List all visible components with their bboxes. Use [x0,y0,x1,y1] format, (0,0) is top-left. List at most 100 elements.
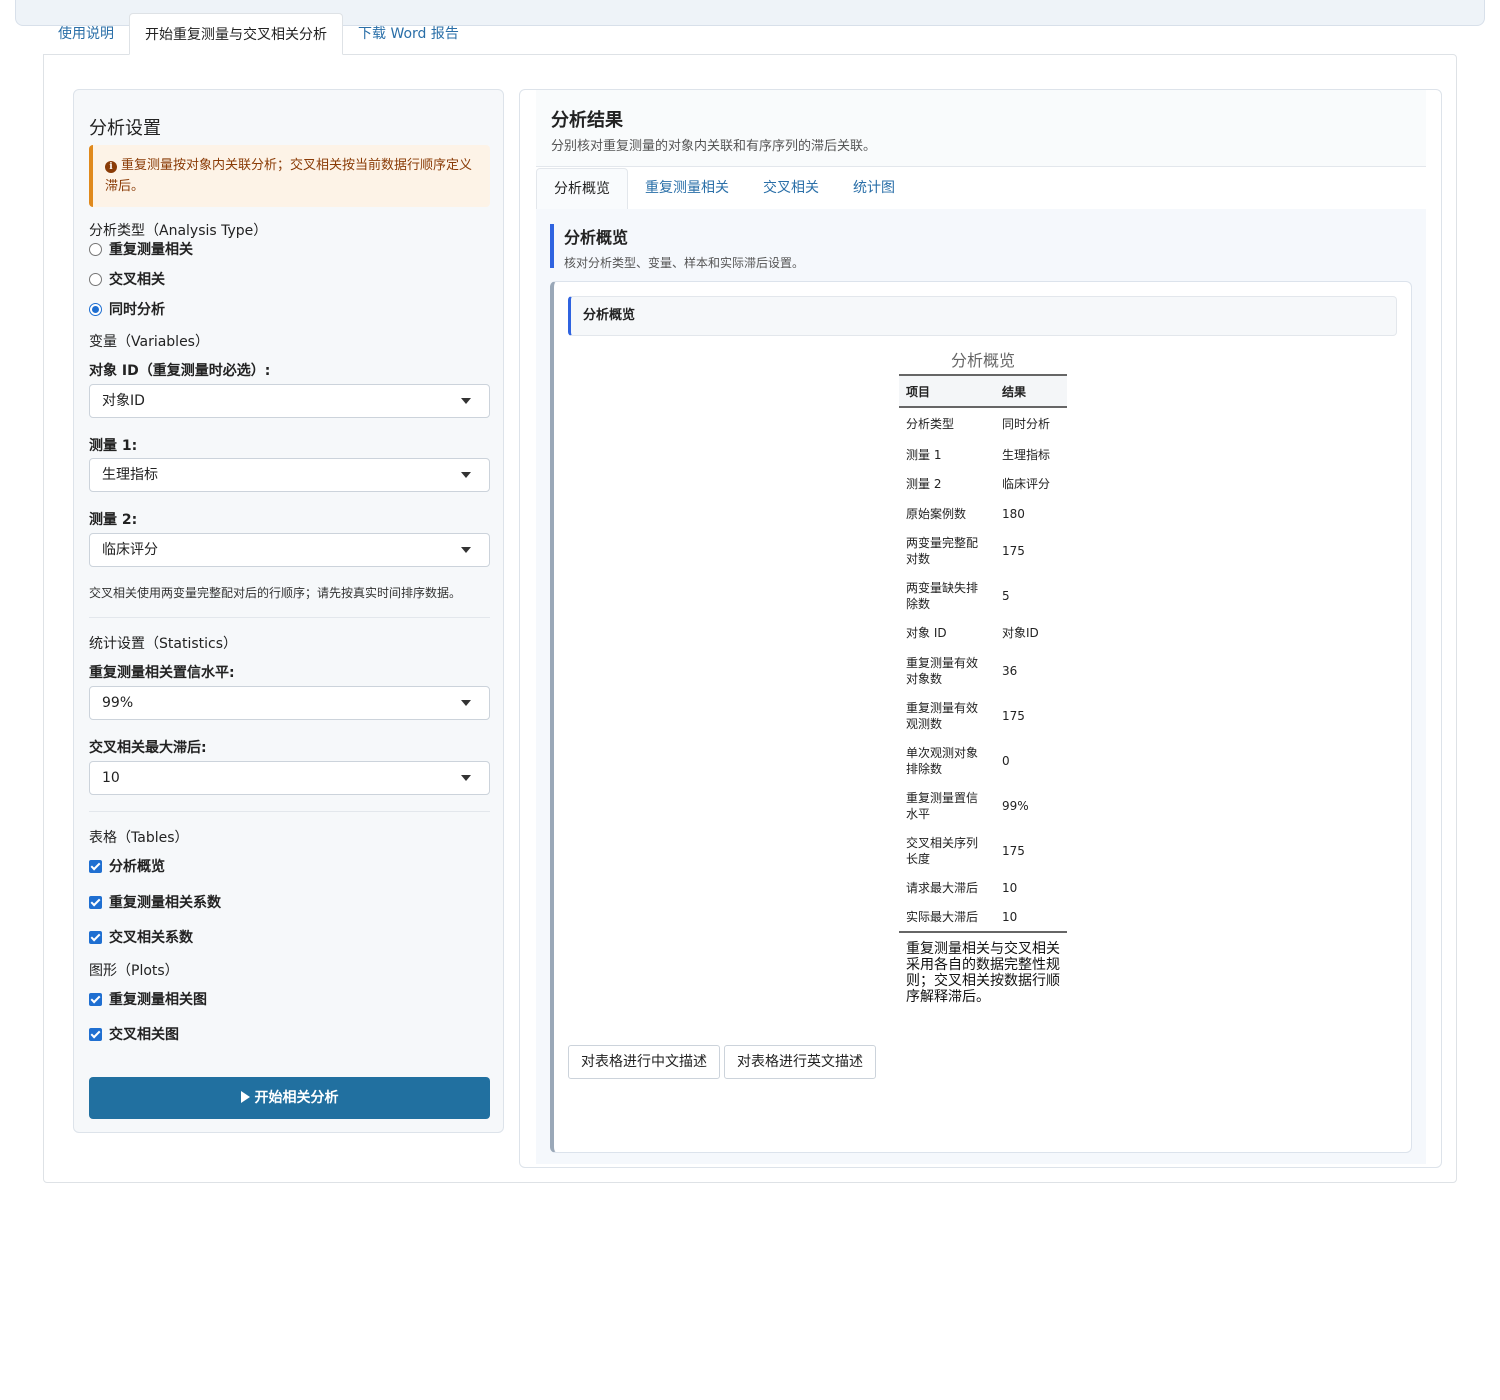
caret-down-icon [461,775,471,781]
describe-cn-button[interactable]: 对表格进行中文描述 [568,1045,720,1079]
table-cell-item: 重复测量有效对象数 [906,655,979,686]
describe-en-button[interactable]: 对表格进行英文描述 [724,1045,876,1079]
info-alert: i 重复测量按对象内关联分析；交叉相关按当前数据行顺序定义滞后。 [89,145,490,207]
caret-down-icon [461,700,471,706]
checkbox-checked[interactable] [89,992,102,1006]
table-cell-value: 0 [1002,753,1010,768]
measure1-select[interactable]: 生理指标 [89,458,490,492]
run-analysis-button[interactable]: 开始相关分析 [89,1077,490,1119]
table-row: 两变量完整配对数 175 [899,529,1067,574]
radio-repeated[interactable]: 重复测量相关 [89,239,193,259]
measure2-label: 测量 2: [89,512,138,528]
checkbox-checked[interactable] [89,895,102,909]
variables-hint: 交叉相关使用两变量完整配对后的行顺序；请先按真实时间排序数据。 [89,586,462,600]
checkbox-label: 重复测量相关图 [109,992,207,1008]
table-cell-item: 对象 ID [906,626,947,641]
checkbox-checked[interactable] [89,1027,102,1041]
table-body: 分析类型 同时分析测量 1 生理指标 测量 2 临床评分原始案例数 180 两变量完整配对数… [899,407,1067,933]
caret-down-icon [461,547,471,553]
select-value: 临床评分 [102,542,158,558]
settings-sidebar: 分析设置 i 重复测量按对象内关联分析；交叉相关按当前数据行顺序定义滞后。 分析类… [73,89,504,1133]
select-value: 99% [102,695,134,711]
table-cell-item: 重复测量置信水平 [906,790,979,821]
table-row: 请求最大滞后 10 [899,873,1067,903]
tab-analysis[interactable]: 开始重复测量与交叉相关分析 [129,13,343,55]
table-cell-item: 请求最大滞后 [906,880,979,895]
results-tabs: 分析概览 重复测量相关 交叉相关 统计图 [536,168,912,209]
table-row: 测量 2 临床评分 [899,470,1067,500]
tab-repeated[interactable]: 重复测量相关 [628,168,746,209]
confidence-select[interactable]: 99% [89,686,490,720]
tab-plots[interactable]: 统计图 [836,168,912,209]
table-row: 对象 ID 对象ID [899,619,1067,649]
table-cell-item: 原始案例数 [906,506,967,521]
table-cell-value: 10 [995,902,1067,933]
overview-subtitle: 核对分析类型、变量、样本和实际滞后设置。 [564,256,805,270]
tab-cross[interactable]: 交叉相关 [746,168,836,209]
table-row: 两变量缺失排除数 5 [899,574,1067,619]
results-body: 分析概览 核对分析类型、变量、样本和实际滞后设置。 分析概览 分析概览 项目 结… [536,209,1426,1164]
table-cell-value: 生理指标 [1002,447,1051,462]
checkbox-label: 重复测量相关系数 [109,895,221,911]
tab-overview[interactable]: 分析概览 [536,168,628,209]
table-cell-value: 175 [1002,708,1025,723]
checkbox-label: 分析概览 [109,859,165,875]
divider [89,811,490,812]
measure2-select[interactable]: 临床评分 [89,533,490,567]
radio-label: 重复测量相关 [109,242,193,258]
table-cell-value: 5 [1002,589,1010,603]
check-rm-coef[interactable]: 重复测量相关系数 [89,892,221,912]
overview-heading: 分析概览 核对分析类型、变量、样本和实际滞后设置。 [550,224,805,270]
table-cell-value: 180 [1002,506,1025,521]
check-rm-plot[interactable]: 重复测量相关图 [89,989,207,1009]
max-lag-select[interactable]: 10 [89,761,490,795]
radio-cross[interactable]: 交叉相关 [89,269,165,289]
tab-instructions[interactable]: 使用说明 [43,13,129,55]
info-icon: i [105,161,117,173]
table-cell-value: 10 [1002,880,1018,895]
tables-label: 表格（Tables） [89,830,189,846]
check-cc-coef[interactable]: 交叉相关系数 [89,927,193,947]
checkbox-checked[interactable] [89,930,102,944]
table-cell-value: 175 [1002,843,1025,858]
check-overview[interactable]: 分析概览 [89,856,165,876]
caret-down-icon [461,472,471,478]
header-result: 结果 [995,374,1067,408]
sidebar-title: 分析设置 [89,118,161,139]
results-header: 分析结果 分别核对重复测量的对象内关联和有序序列的滞后关联。 [536,90,1426,167]
table-cell-value: 99% [1002,798,1029,813]
table-cell-value: 临床评分 [1002,477,1051,492]
plots-label: 图形（Plots） [89,963,179,979]
play-icon [240,1091,250,1103]
checkbox-label: 交叉相关系数 [109,930,193,946]
radio-label: 同时分析 [109,302,165,318]
table-row: 测量 1 生理指标 [899,440,1067,470]
results-panel: 分析结果 分别核对重复测量的对象内关联和有序序列的滞后关联。 分析概览 重复测量… [519,89,1442,1168]
select-value: 对象ID [102,393,145,409]
results-title: 分析结果 [551,110,623,131]
radio-button[interactable] [89,272,102,286]
table-cell-item: 单次观测对象排除数 [906,745,979,776]
radio-button[interactable] [89,242,102,256]
table-row: 重复测量有效对象数 36 [899,648,1067,693]
table-cell-value: 同时分析 [1002,417,1051,431]
overview-table-wrap: 分析概览 项目 结果 分析类型 同时分析 测量 1 生理指标 测量 2 临床评分 原始案例数… [899,348,1067,1005]
table-header-row: 项目 结果 [899,374,1067,408]
run-button-label: 开始相关分析 [254,1090,339,1106]
overview-table: 项目 结果 分析类型 同时分析测量 1 生理指标 测量 2 临床评分原始案例数 180 两变… [899,374,1067,933]
max-lag-label: 交叉相关最大滞后: [89,740,207,756]
check-cc-plot[interactable]: 交叉相关图 [89,1024,179,1044]
radio-both[interactable]: 同时分析 [89,299,165,319]
table-cell-item: 分析类型 [906,417,955,431]
tab-download-report[interactable]: 下载 Word 报告 [343,13,474,55]
card-title: 分析概览 [568,296,1397,336]
variables-label: 变量（Variables） [89,334,209,350]
divider [89,617,490,618]
table-row: 实际最大滞后 10 [899,902,1067,933]
subject-id-select[interactable]: 对象ID [89,384,490,418]
checkbox-checked[interactable] [89,859,102,873]
radio-button-selected[interactable] [89,302,102,316]
header-item: 项目 [899,374,995,408]
main-tabs: 使用说明 开始重复测量与交叉相关分析 下载 Word 报告 [43,13,474,55]
table-cell-value: 对象ID [1002,626,1039,641]
